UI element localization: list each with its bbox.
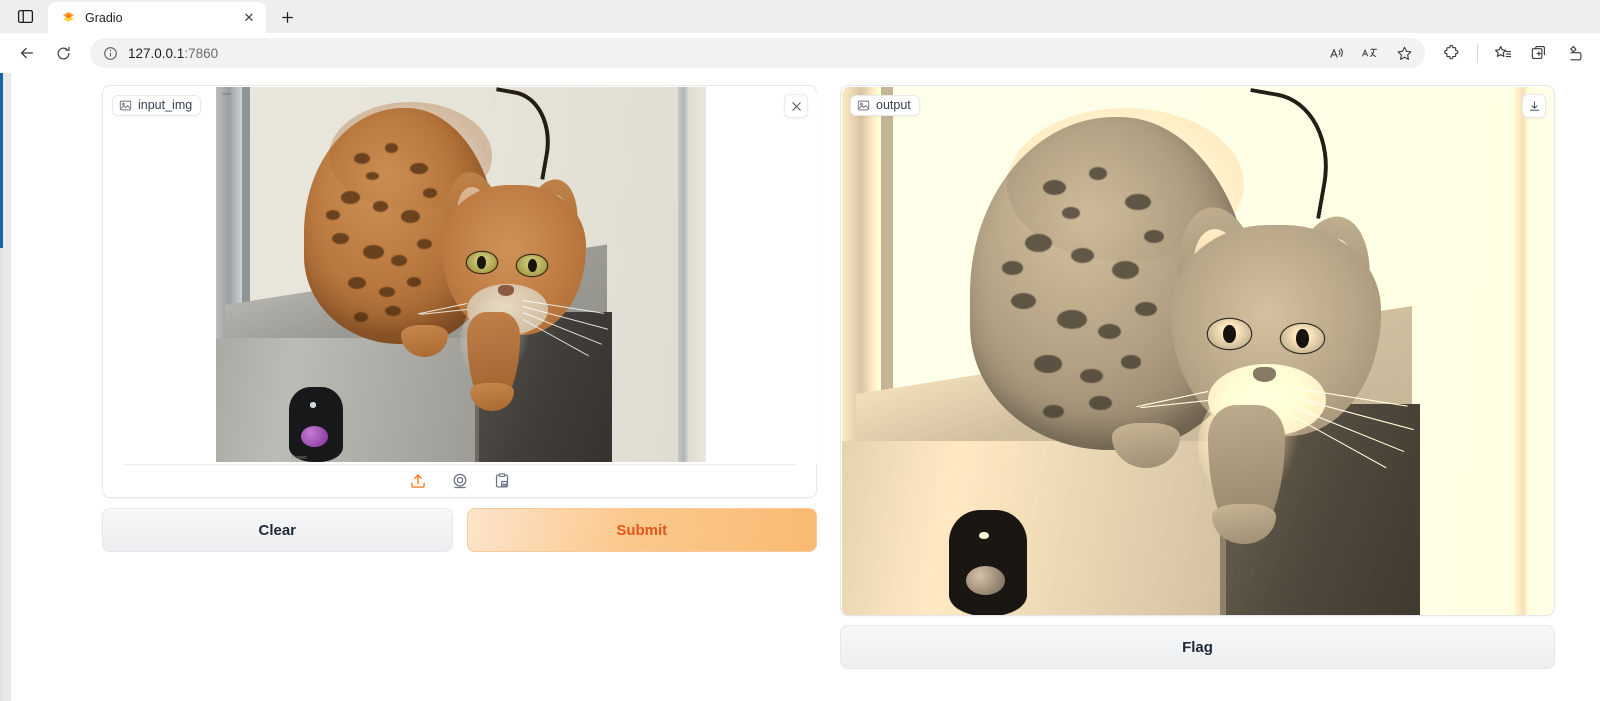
clear-button[interactable]: Clear [102, 508, 453, 552]
input-column: flickr Power input_img [102, 85, 817, 498]
extensions-puzzle-icon[interactable] [1435, 37, 1469, 69]
tab-overview-icon[interactable] [6, 0, 44, 33]
paste-clipboard-icon[interactable] [491, 470, 513, 492]
favorites-list-icon[interactable] [1486, 37, 1520, 69]
photo-power-button [300, 426, 328, 447]
input-block-label: input_img [112, 95, 202, 116]
photo-cat-paw-left [1111, 422, 1181, 468]
toolbar-actions [1435, 37, 1592, 69]
photo-cat-tail [481, 87, 559, 181]
photo-watermark: flickr [222, 90, 232, 96]
navigation-toolbar: 127.0.0.1:7860 [0, 33, 1600, 73]
photo-cat-eye-right [516, 255, 547, 276]
close-x-icon [791, 101, 801, 111]
toolbar-divider [1477, 44, 1478, 62]
photo-cat-eye-left [466, 251, 497, 273]
photo-cat-eye-right [1280, 323, 1324, 354]
read-aloud-icon[interactable] [1321, 40, 1351, 66]
gradio-favicon [60, 10, 76, 26]
photo-cat-paw-right [1212, 503, 1277, 545]
browser-window: Gradio ✕ 127.0.0.1:7860 flickr Power inp… [0, 0, 1600, 701]
photo-power-button [966, 565, 1006, 595]
output-column: output [840, 85, 1555, 616]
tab-title: Gradio [85, 10, 123, 25]
url-text: 127.0.0.1:7860 [128, 46, 1313, 61]
output-image-stage[interactable] [842, 87, 1554, 615]
photo-cat-eye-left [1207, 319, 1251, 349]
upload-icon[interactable] [407, 470, 429, 492]
photo-right-frame [1514, 87, 1531, 615]
translate-icon[interactable] [1355, 40, 1385, 66]
photo-cat [970, 87, 1426, 558]
site-info-icon[interactable] [100, 43, 120, 63]
input-image-block[interactable]: flickr Power input_img [102, 85, 817, 498]
image-icon [857, 100, 870, 111]
output-photo [842, 87, 1554, 615]
back-button[interactable] [10, 37, 44, 69]
photo-cat-nose [498, 285, 514, 297]
output-block-label: output [850, 95, 920, 116]
input-image-stage[interactable]: flickr Power [104, 87, 817, 464]
input-photo: flickr Power [215, 87, 706, 462]
viewport-gutter [3, 73, 11, 701]
tab-close-button[interactable]: ✕ [238, 7, 260, 29]
webcam-icon[interactable] [449, 470, 471, 492]
split-screen-icon[interactable] [1558, 37, 1592, 69]
address-bar[interactable]: 127.0.0.1:7860 [90, 38, 1425, 68]
input-clear-button[interactable] [784, 94, 808, 118]
photo-right-wall [1530, 87, 1554, 615]
gradio-app: flickr Power input_img Clear Submit outp… [11, 73, 1600, 701]
photo-cat-paw-left [400, 325, 448, 357]
input-image-toolbar [123, 464, 796, 497]
page-viewport: flickr Power input_img Clear Submit outp… [0, 73, 1600, 701]
browser-tab[interactable]: Gradio ✕ [48, 2, 266, 33]
flag-button[interactable]: Flag [840, 625, 1555, 669]
image-icon [119, 100, 132, 111]
photo-right-wall [688, 87, 706, 462]
flag-button-row: Flag [840, 625, 1555, 669]
input-block-label-text: input_img [138, 98, 193, 113]
submit-button[interactable]: Submit [466, 508, 817, 552]
output-image-block[interactable]: output [840, 85, 1555, 616]
collections-icon[interactable] [1522, 37, 1556, 69]
download-icon [1529, 100, 1539, 111]
reload-button[interactable] [46, 37, 80, 69]
url-port: :7860 [184, 45, 219, 61]
output-download-button[interactable] [1522, 94, 1546, 118]
photo-cat-paw-right [469, 382, 514, 412]
url-host: 127.0.0.1 [128, 45, 185, 61]
photo-cat-tail [1230, 87, 1341, 219]
photo-right-frame [677, 87, 689, 462]
omnibox-actions [1321, 40, 1419, 66]
photo-cat [303, 87, 618, 421]
tab-strip: Gradio ✕ [0, 0, 1600, 33]
output-block-label-text: output [876, 98, 911, 113]
gradio-row: flickr Power input_img Clear Submit outp… [11, 73, 1600, 701]
new-tab-button[interactable] [272, 2, 302, 32]
photo-cat-nose [1253, 366, 1277, 382]
add-favorite-star-icon[interactable] [1389, 40, 1419, 66]
photo-power-label: Power [291, 454, 308, 461]
action-button-row: Clear Submit [102, 508, 817, 552]
